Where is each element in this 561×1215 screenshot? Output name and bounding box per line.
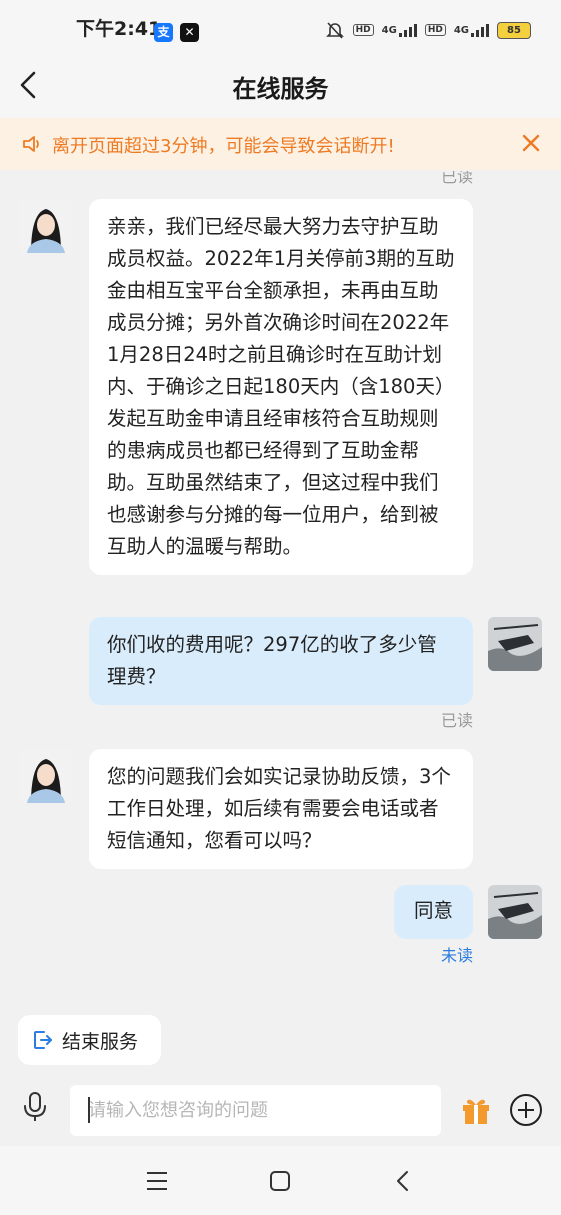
home-icon[interactable]: [265, 1166, 295, 1196]
alipay-icon: 支: [154, 23, 173, 42]
signal-icon: [398, 23, 417, 37]
agent-avatar-image: [19, 199, 73, 253]
message-input[interactable]: [70, 1085, 441, 1136]
input-bar: [0, 1076, 561, 1146]
signal-icon-2: [471, 23, 489, 37]
status-time: 下午2:41: [76, 18, 162, 40]
end-service-label: 结束服务: [62, 1030, 139, 1053]
message-bubble: 亲亲，我们已经尽最大努力去守护互助成员权益。2022年1月关停前3期的互助金由相…: [89, 199, 473, 575]
exit-icon: [34, 1031, 52, 1049]
message-bubble: 您的问题我们会如实记录协助反馈，3个工作日处理，如后续有需要会电话或者短信通知，…: [89, 749, 473, 869]
close-icon[interactable]: [519, 131, 543, 155]
notice-banner: 离开页面超过3分钟，可能会导致会话断开!: [0, 118, 561, 170]
status-indicators: HD 4G HD 4G 85: [325, 20, 531, 40]
microphone-icon[interactable]: [20, 1090, 50, 1124]
user-avatar-image: [488, 885, 542, 939]
back-icon[interactable]: [388, 1166, 418, 1196]
menu-icon[interactable]: [142, 1166, 172, 1196]
user-avatar-image: [488, 617, 542, 671]
header: 在线服务: [0, 52, 561, 118]
notice-text: 离开页面超过3分钟，可能会导致会话断开!: [52, 136, 395, 157]
user-avatar[interactable]: [488, 885, 542, 939]
message-bubble: 你们收的费用呢？297亿的收了多少管理费？: [89, 617, 473, 705]
mute-bell-icon: [325, 22, 344, 39]
hd-badge-2: HD: [424, 24, 446, 36]
message-text: 您的问题我们会如实记录协助反馈，3个工作日处理，如后续有需要会电话或者短信通知，…: [107, 765, 451, 852]
status-bar: 下午2:41 支 ✕ HD 4G HD 4G 85: [0, 0, 561, 52]
agent-avatar-image: [19, 749, 73, 803]
agent-avatar[interactable]: [19, 199, 73, 253]
network-label-2: 4G: [453, 24, 469, 36]
gift-icon[interactable]: [460, 1094, 492, 1126]
unread-status: 未读: [440, 946, 473, 965]
capcut-icon: ✕: [180, 23, 199, 42]
message-text: 亲亲，我们已经尽最大努力去守护互助成员权益。2022年1月关停前3期的互助金由相…: [107, 215, 455, 558]
text-caret: [88, 1097, 90, 1123]
message-bubble: 同意: [394, 885, 473, 939]
system-navigation-bar: [0, 1146, 561, 1215]
battery-icon: 85: [497, 21, 531, 39]
plus-icon[interactable]: [509, 1093, 543, 1127]
message-text: 你们收的费用呢？297亿的收了多少管理费？: [107, 633, 437, 688]
page-title: 在线服务: [232, 75, 329, 103]
hd-badge: HD: [352, 24, 374, 36]
message-text: 同意: [413, 899, 453, 922]
network-label: 4G: [381, 24, 397, 36]
user-avatar[interactable]: [488, 617, 542, 671]
agent-avatar[interactable]: [19, 749, 73, 803]
end-service-button[interactable]: 结束服务: [18, 1015, 161, 1065]
speaker-icon: [23, 136, 39, 152]
read-status: 已读: [440, 711, 473, 730]
